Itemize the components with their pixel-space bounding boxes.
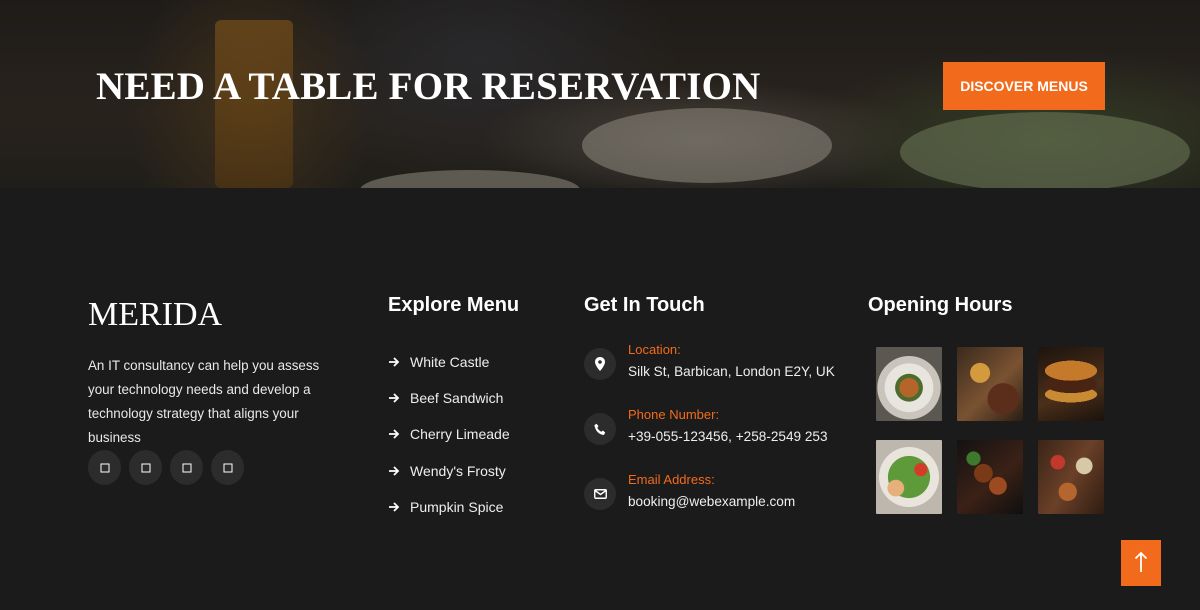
opening-hours-heading: Opening Hours [868,294,1013,316]
arrow-right-icon [388,392,402,404]
discover-menus-button[interactable]: DISCOVER MENUS [943,62,1105,110]
contact-label: Email Address: [628,472,715,487]
grilled-meat-photo[interactable] [957,440,1023,514]
burger-fries-photo[interactable] [1038,347,1104,421]
menu-link-label: Cherry Limeade [410,426,510,443]
arrow-right-icon [388,356,402,368]
twitter-icon[interactable] [129,450,162,485]
explore-menu-list: White Castle Beef Sandwich Cherry Limead… [388,344,510,525]
reservation-heading: NEED A TABLE FOR RESERVATION [96,65,761,108]
location-pin-icon [584,348,616,380]
plate-image [360,170,580,188]
plate-image [582,108,832,183]
contact-phone: Phone Number: +39-055-123456, +258-2549 … [584,407,835,472]
grilled-food-photo[interactable] [957,347,1023,421]
facebook-icon[interactable] [88,450,121,485]
get-in-touch-heading: Get In Touch [584,294,705,316]
plate-image [900,112,1190,188]
contact-value: Silk St, Barbican, London E2Y, UK [628,364,835,379]
contact-list: Location: Silk St, Barbican, London E2Y,… [584,342,835,537]
food-platter-photo[interactable] [1038,440,1104,514]
salad-bowl-photo[interactable] [876,440,942,514]
reservation-banner: NEED A TABLE FOR RESERVATION DISCOVER ME… [0,0,1200,188]
contact-label: Location: [628,342,681,357]
food-gallery [876,347,1104,514]
pasta-dish-photo[interactable] [876,347,942,421]
menu-link-label: Pumpkin Spice [410,498,504,515]
menu-link[interactable]: Beef Sandwich [388,380,510,416]
explore-menu-heading: Explore Menu [388,294,520,316]
arrow-right-icon [388,428,402,440]
brand-logo[interactable]: MERIDA [88,296,222,334]
contact-value[interactable]: +39-055-123456, +258-2549 253 [628,429,828,444]
menu-link-label: White Castle [410,354,490,371]
arrow-right-icon [388,465,402,477]
scroll-to-top-button[interactable] [1121,540,1161,586]
contact-label: Phone Number: [628,407,720,422]
menu-link[interactable]: Cherry Limeade [388,416,510,452]
contact-location: Location: Silk St, Barbican, London E2Y,… [584,342,835,407]
menu-link-label: Beef Sandwich [410,390,504,407]
instagram-icon[interactable] [170,450,203,485]
brand-description: An IT consultancy can help you assess yo… [88,358,320,445]
linkedin-icon[interactable] [211,450,244,485]
arrow-right-icon [388,501,402,513]
arrow-up-icon [1134,551,1148,576]
contact-value[interactable]: booking@webexample.com [628,494,795,509]
contact-email: Email Address: booking@webexample.com [584,472,835,537]
social-links [88,450,244,485]
menu-link[interactable]: Wendy's Frosty [388,453,510,489]
phone-icon [584,413,616,445]
menu-link[interactable]: Pumpkin Spice [388,489,510,525]
email-icon [584,478,616,510]
menu-link[interactable]: White Castle [388,344,510,380]
menu-link-label: Wendy's Frosty [410,462,506,479]
